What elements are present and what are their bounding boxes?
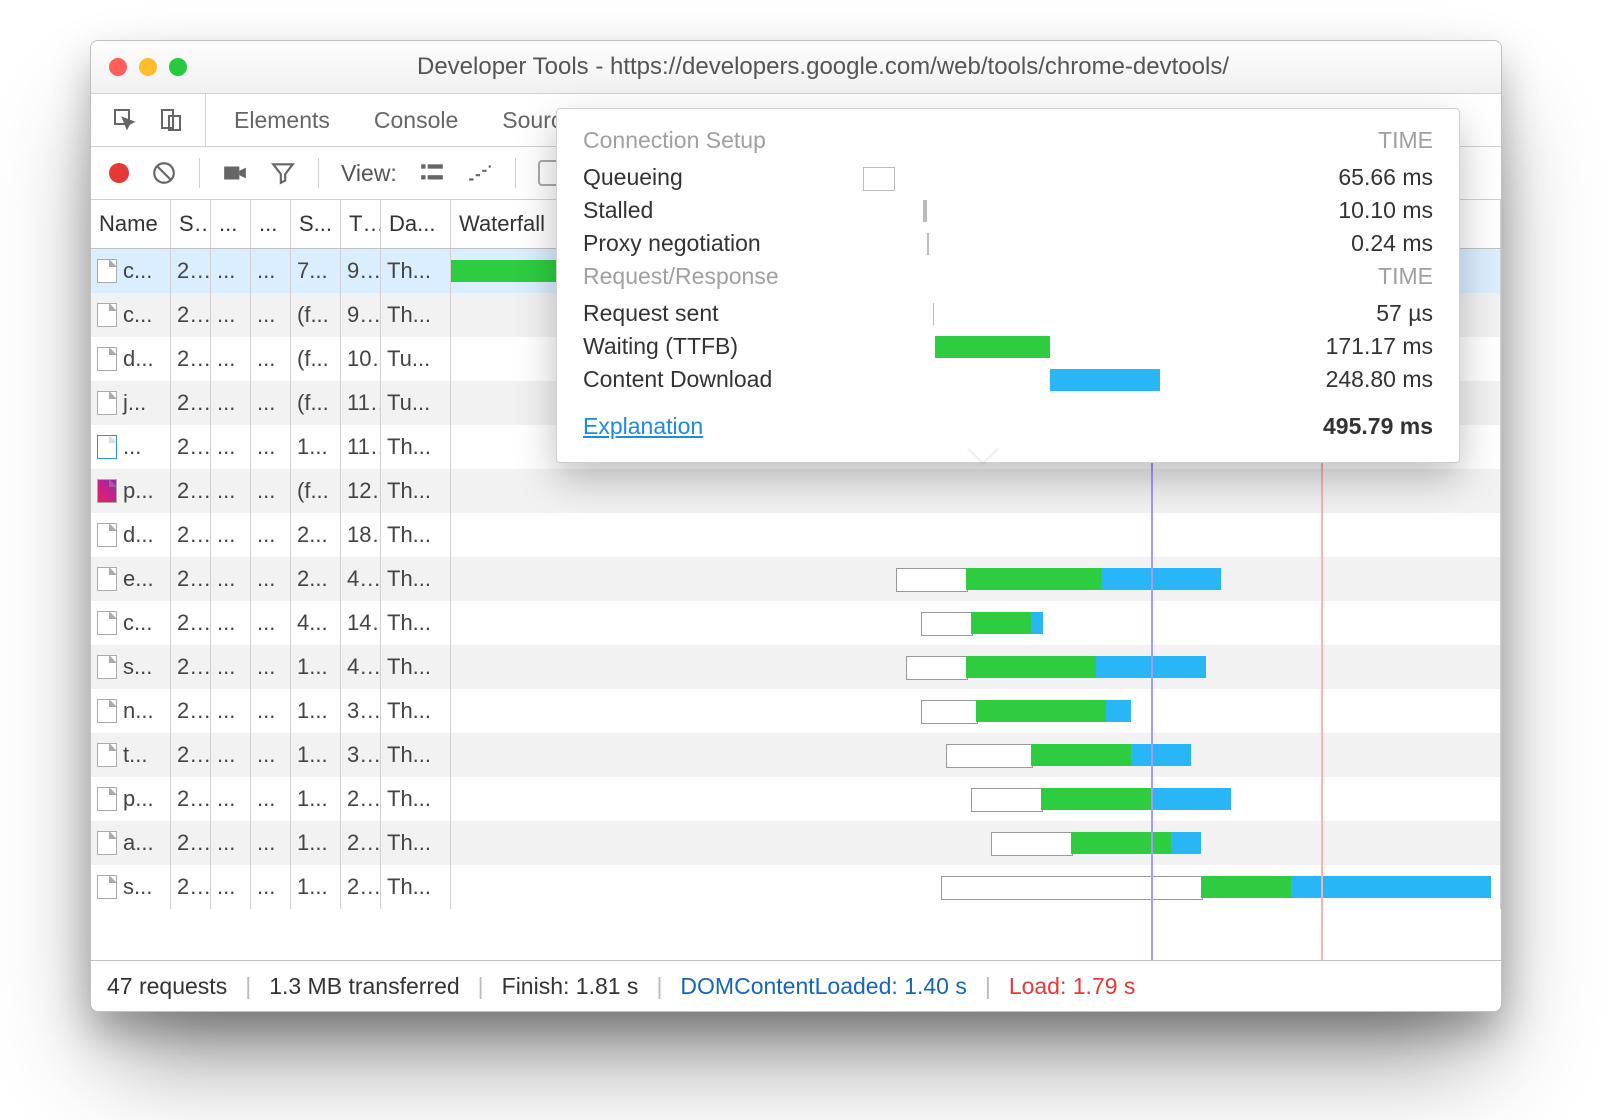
minimize-icon[interactable]	[139, 58, 157, 76]
explanation-link[interactable]: Explanation	[583, 413, 703, 440]
view-label: View:	[341, 160, 397, 187]
table-row[interactable]: p...2…......(f...12…Th...	[91, 469, 1501, 513]
table-row[interactable]: a...2…......1...2…Th...	[91, 821, 1501, 865]
table-row[interactable]: t...2…......1...3…Th...	[91, 733, 1501, 777]
tooltip-row: Content Download248.80 ms	[583, 366, 1433, 393]
status-bar: 47 requests| 1.3 MB transferred| Finish:…	[91, 960, 1501, 1011]
tooltip-row: Stalled10.10 ms	[583, 197, 1433, 224]
file-icon	[97, 303, 117, 327]
tooltip-row: Request sent57 µs	[583, 300, 1433, 327]
file-icon	[97, 655, 117, 679]
clear-button[interactable]	[151, 160, 177, 186]
col-time[interactable]: T…	[341, 200, 381, 248]
zoom-icon[interactable]	[169, 58, 187, 76]
file-icon	[97, 435, 117, 459]
tooltip-total: 495.79 ms	[1323, 413, 1433, 440]
status-load: Load: 1.79 s	[1009, 973, 1136, 1000]
file-icon	[97, 567, 117, 591]
overview-icon[interactable]	[467, 160, 493, 186]
col-status[interactable]: S…	[171, 200, 211, 248]
filter-icon[interactable]	[270, 160, 296, 186]
window-controls	[91, 58, 205, 76]
table-row[interactable]: n...2…......1...3…Th...	[91, 689, 1501, 733]
file-icon	[97, 875, 117, 899]
tooltip-row: Proxy negotiation0.24 ms	[583, 230, 1433, 257]
status-dcl: DOMContentLoaded: 1.40 s	[680, 973, 966, 1000]
window-title: Developer Tools - https://developers.goo…	[205, 53, 1501, 81]
file-icon	[97, 699, 117, 723]
tab-elements[interactable]: Elements	[234, 107, 330, 134]
large-rows-icon[interactable]	[419, 160, 445, 186]
file-icon	[97, 479, 117, 503]
timing-breakdown-tooltip: Connection SetupTIME Queueing65.66 ms Stal…	[556, 108, 1460, 463]
tooltip-section-head: Request/ResponseTIME	[583, 263, 1433, 290]
table-row[interactable]: e...2…......2...4…Th...	[91, 557, 1501, 601]
table-row[interactable]: d...2…......2...18…Th...	[91, 513, 1501, 557]
record-button[interactable]	[109, 163, 129, 183]
col-initiator[interactable]: ...	[251, 200, 291, 248]
col-name[interactable]: Name	[91, 200, 171, 248]
device-toggle-icon[interactable]	[159, 108, 183, 132]
tooltip-row: Queueing65.66 ms	[583, 164, 1433, 191]
file-icon	[97, 259, 117, 283]
table-row[interactable]: p...2…......1...2…Th...	[91, 777, 1501, 821]
tooltip-section-head: Connection SetupTIME	[583, 127, 1433, 154]
table-row[interactable]: s...2…......1...2…Th...	[91, 865, 1501, 909]
file-icon	[97, 523, 117, 547]
camera-icon[interactable]	[222, 160, 248, 186]
file-icon	[97, 743, 117, 767]
file-icon	[97, 391, 117, 415]
status-finish: Finish: 1.81 s	[502, 973, 639, 1000]
table-row[interactable]: s...2…......1...4…Th...	[91, 645, 1501, 689]
tab-console[interactable]: Console	[374, 107, 458, 134]
titlebar: Developer Tools - https://developers.goo…	[91, 41, 1501, 94]
table-row[interactable]: c...2…......4...14…Th...	[91, 601, 1501, 645]
col-type[interactable]: ...	[211, 200, 251, 248]
col-date[interactable]: Da...	[381, 200, 451, 248]
file-icon	[97, 347, 117, 371]
col-size[interactable]: S...	[291, 200, 341, 248]
tooltip-row: Waiting (TTFB)171.17 ms	[583, 333, 1433, 360]
status-requests: 47 requests	[107, 973, 227, 1000]
file-icon	[97, 831, 117, 855]
file-icon	[97, 787, 117, 811]
status-transferred: 1.3 MB transferred	[269, 973, 459, 1000]
inspect-icon[interactable]	[113, 108, 137, 132]
file-icon	[97, 611, 117, 635]
close-icon[interactable]	[109, 58, 127, 76]
